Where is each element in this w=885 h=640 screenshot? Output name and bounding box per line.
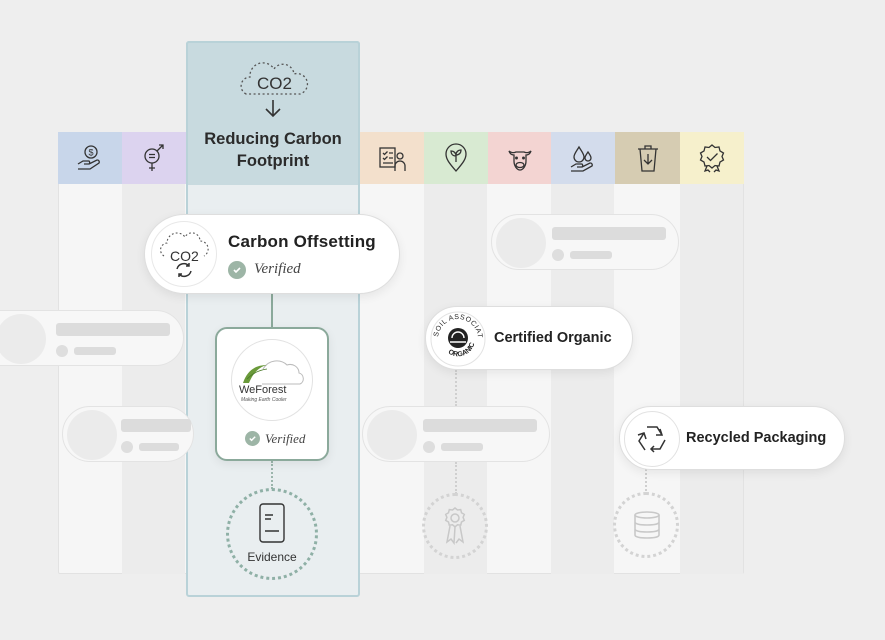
weforest-wordmark: WeForest <box>239 384 286 396</box>
recycle-icon <box>637 426 666 453</box>
placeholder-card[interactable] <box>0 310 184 366</box>
certified-organic-card[interactable]: SOIL ASSOCIATION ORGANIC Certified Organ… <box>425 306 633 370</box>
placeholder-bar <box>121 419 191 432</box>
recycled-packaging-title: Recycled Packaging <box>686 430 827 446</box>
column-band <box>680 132 743 574</box>
header-plant-pin[interactable] <box>424 132 488 184</box>
placeholder-card[interactable] <box>62 406 194 462</box>
weforest-logo: WeForest Making Earth Cooler <box>231 339 313 421</box>
header-water-hand[interactable] <box>551 132 615 184</box>
water-hand-icon <box>570 145 593 172</box>
placeholder-bar <box>570 251 612 259</box>
recycle-logo <box>624 411 680 467</box>
placeholder-dot <box>121 441 133 453</box>
weforest-verified-label: Verified <box>265 431 306 446</box>
placeholder-bar <box>423 419 537 432</box>
placeholder-bar <box>139 443 179 451</box>
header-gender-equality[interactable] <box>122 132 186 184</box>
focus-column-title: Reducing Carbon Footprint <box>186 128 360 172</box>
placeholder-card[interactable] <box>491 214 679 270</box>
connector-line <box>271 292 273 329</box>
connector-dotted <box>645 469 647 491</box>
weforest-card[interactable]: WeForest Making Earth Cooler Verified <box>215 327 329 461</box>
placeholder-dot <box>552 249 564 261</box>
svg-text:$: $ <box>88 148 93 158</box>
placeholder-dot <box>423 441 435 453</box>
verified-check-icon <box>228 261 246 279</box>
cow-icon <box>507 150 532 171</box>
placeholder-avatar <box>67 410 117 460</box>
co2-cycle-text: CO2 <box>170 248 199 264</box>
award-ribbon-icon <box>444 507 466 546</box>
carbon-offsetting-title: Carbon Offsetting <box>228 232 376 251</box>
placeholder-bar <box>441 443 483 451</box>
placeholder-bar <box>56 323 170 336</box>
placeholder-avatar <box>367 410 417 460</box>
weforest-leaf-icon: WeForest Making Earth Cooler <box>239 360 304 403</box>
verified-check-icon <box>245 431 260 446</box>
connector-dotted <box>455 370 457 406</box>
recycle-bin-icon <box>637 145 658 172</box>
badge-check-icon <box>699 144 725 173</box>
document-icon <box>259 503 285 543</box>
co2-cycle-icon: CO2 <box>160 232 209 278</box>
money-hand-icon: $ <box>77 145 100 170</box>
placeholder-dot <box>56 345 68 357</box>
header-badge-check[interactable] <box>680 132 744 184</box>
evidence-label: Evidence <box>247 550 297 564</box>
placeholder-bar <box>74 347 116 355</box>
connector-dotted <box>455 462 457 494</box>
placeholder-card[interactable] <box>362 406 550 462</box>
header-recycle-bin[interactable] <box>615 132 680 184</box>
connector-dotted <box>271 461 273 489</box>
co2-cycle-logo: CO2 <box>151 221 217 287</box>
carbon-offsetting-card[interactable]: CO2 Carbon Offsetting Verified <box>144 214 400 294</box>
header-checklist-person[interactable] <box>360 132 424 184</box>
co2-cloud-down-icon: CO2 <box>240 62 309 118</box>
soil-association-seal-icon: SOIL ASSOCIATION ORGANIC <box>430 311 486 367</box>
focus-title-line2: Footprint <box>236 152 310 170</box>
header-cow[interactable] <box>488 132 551 184</box>
placeholder-avatar <box>0 314 46 364</box>
header-money-hand[interactable]: $ <box>58 132 122 184</box>
plant-pin-icon <box>445 143 467 172</box>
gender-equality-icon <box>144 144 164 171</box>
checklist-person-icon <box>379 147 406 171</box>
database-icon <box>634 511 660 539</box>
certified-organic-title: Certified Organic <box>494 330 612 346</box>
recycled-packaging-card[interactable]: Recycled Packaging <box>619 406 845 470</box>
placeholder-avatar <box>496 218 546 268</box>
weforest-tagline: Making Earth Cooler <box>241 397 287 403</box>
focus-title-line1: Reducing Carbon <box>204 130 342 148</box>
co2-text: CO2 <box>257 74 292 93</box>
placeholder-bar <box>552 227 666 240</box>
carbon-verified-label: Verified <box>254 261 301 277</box>
